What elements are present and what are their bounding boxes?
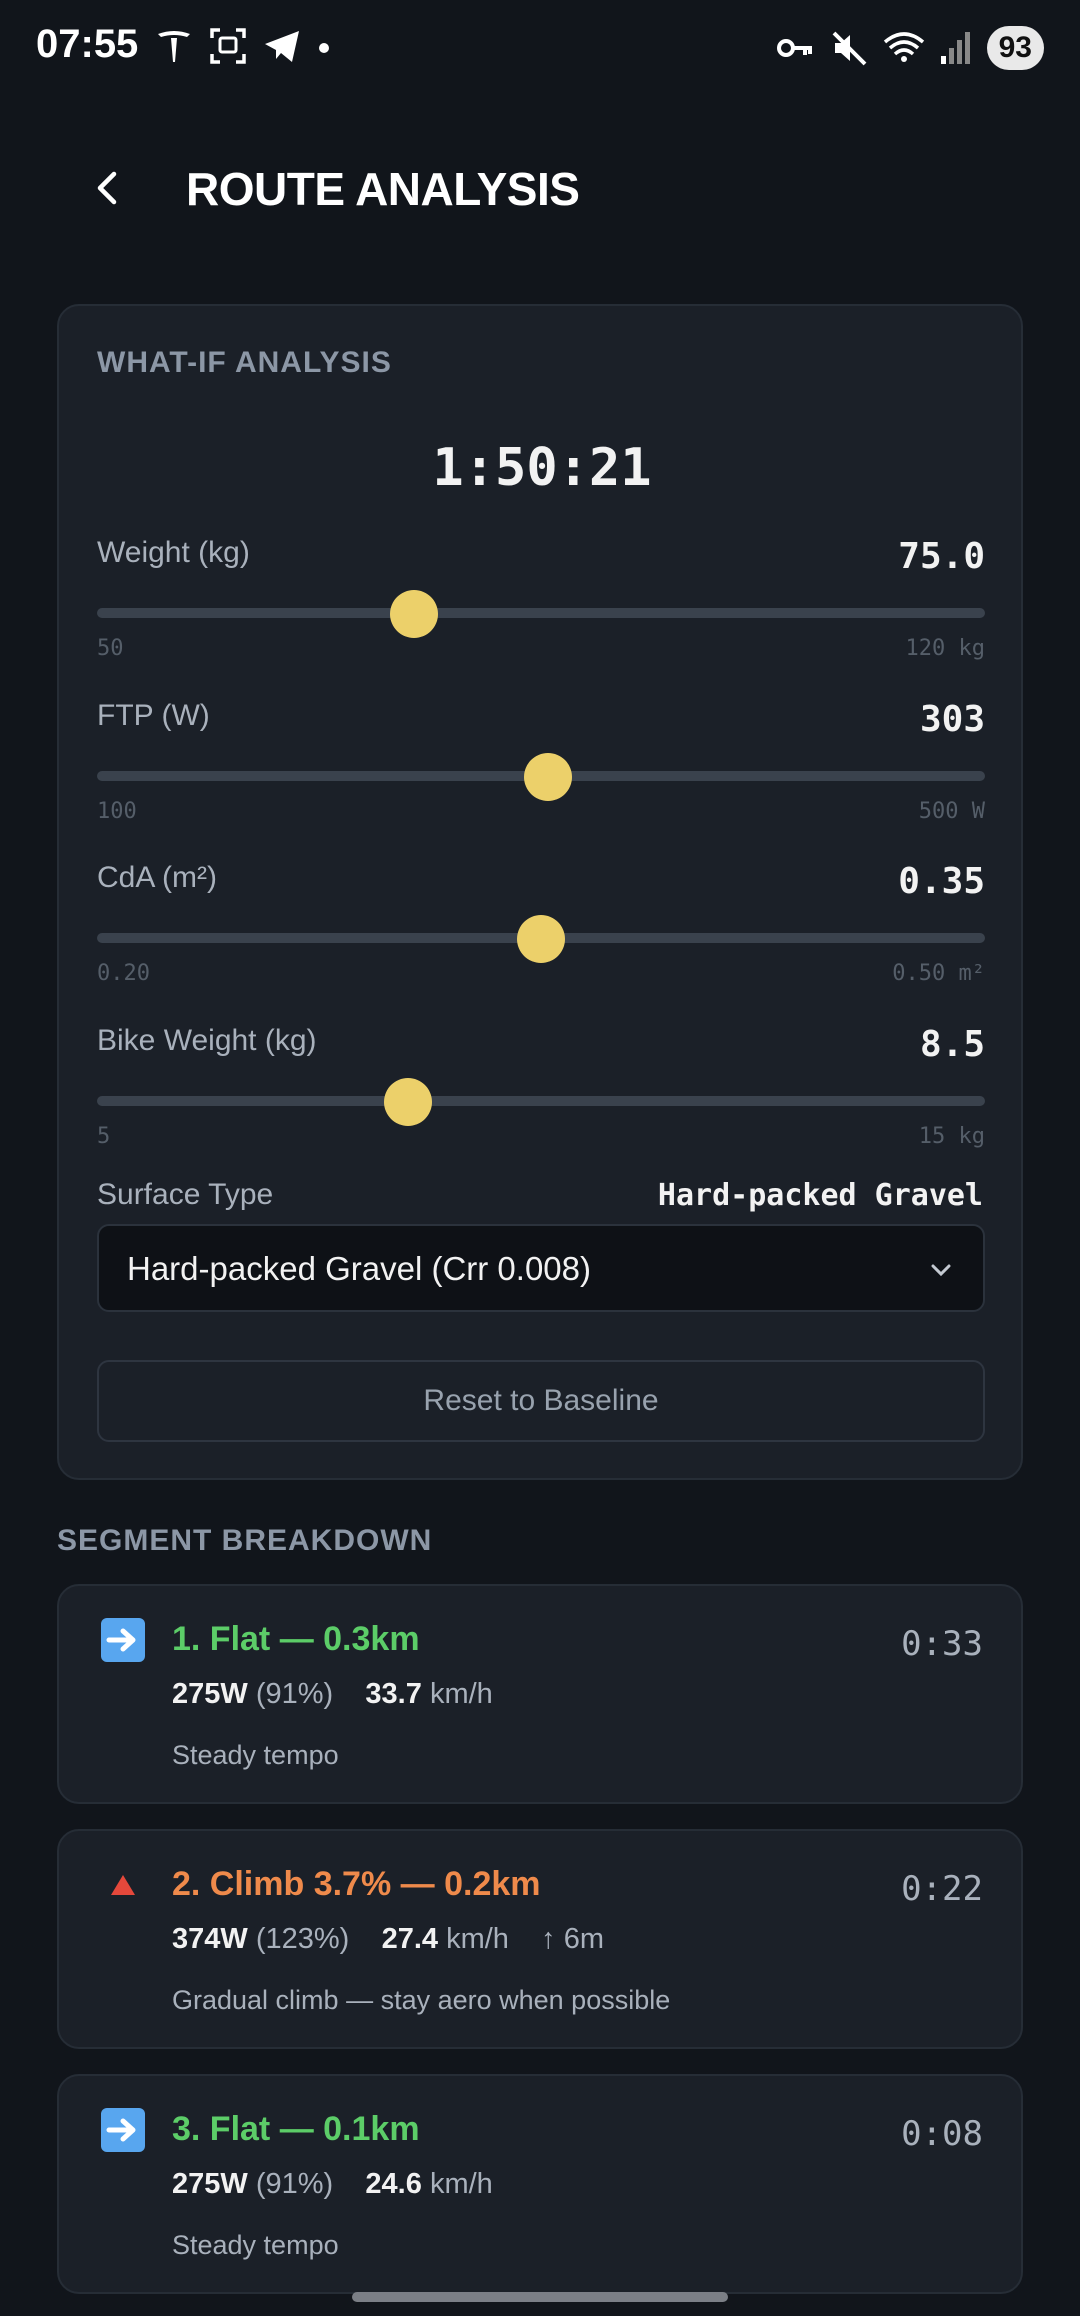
status-time: 07:55 [36, 22, 139, 66]
segment-card[interactable]: 3. Flat — 0.1km 0:08 275W (91%) 24.6 km/… [57, 2074, 1023, 2294]
param-bike-weight: Bike Weight (kg) 8.5 5 15 kg [97, 1024, 985, 1174]
segment-time: 0:22 [901, 1869, 983, 1909]
segment-time: 0:33 [901, 1624, 983, 1664]
range-max: 15 kg [918, 1124, 985, 1149]
range-min: 100 [97, 799, 137, 824]
segment-title: 3. Flat — 0.1km [172, 2110, 420, 2148]
bike-weight-slider-track[interactable] [97, 1096, 985, 1106]
segment-title: 1. Flat — 0.3km [172, 1620, 420, 1658]
param-cda: CdA (m²) 0.35 0.20 0.50 m² [97, 861, 985, 1011]
param-value: 0.35 [898, 861, 985, 902]
segment-stats: 275W (91%) 24.6 km/h [172, 2168, 493, 2201]
param-value: 75.0 [898, 536, 985, 577]
surface-type-select[interactable]: Hard-packed Gravel (Crr 0.008) [97, 1224, 985, 1312]
param-weight: Weight (kg) 75.0 50 120 kg [97, 536, 985, 686]
status-bar: 07:55 93 [0, 0, 1080, 96]
param-value: 8.5 [919, 1024, 985, 1065]
segment-speed-unit: km/h [429, 2168, 493, 2200]
segment-speed-unit: km/h [446, 1923, 509, 1955]
reset-to-baseline-button[interactable]: Reset to Baseline [97, 1360, 985, 1442]
key-icon [776, 39, 812, 57]
param-label: Weight (kg) [97, 536, 250, 569]
whatif-heading: WHAT-IF ANALYSIS [97, 346, 392, 379]
status-left-icons [154, 26, 332, 66]
segment-power: 374W [172, 1923, 248, 1955]
bike-weight-slider-thumb[interactable] [383, 1078, 432, 1126]
page-title: ROUTE ANALYSIS [186, 163, 580, 215]
right-arrow-icon [101, 1618, 145, 1662]
segment-speed: 24.6 [365, 2168, 422, 2200]
param-label: CdA (m²) [97, 861, 217, 894]
weight-slider-track[interactable] [97, 608, 985, 618]
segment-power-pct: (91%) [255, 2168, 334, 2200]
surface-type-label: Surface Type [97, 1178, 274, 1211]
range-min: 50 [97, 636, 124, 661]
param-value: 303 [919, 699, 985, 740]
cda-slider-thumb[interactable] [517, 915, 565, 963]
surface-type-value: Hard-packed Gravel [657, 1178, 983, 1213]
segment-note: Gradual climb — stay aero when possible [172, 1985, 671, 2015]
whatif-card: WHAT-IF ANALYSIS 1:50:21 Weight (kg) 75.… [57, 304, 1023, 1480]
segment-note: Steady tempo [172, 1740, 339, 1770]
param-label: Bike Weight (kg) [97, 1024, 317, 1057]
signal-icon [940, 32, 970, 64]
segment-card[interactable]: 2. Climb 3.7% — 0.2km 0:22 374W (123%) 2… [57, 1829, 1023, 2049]
total-time: 1:50:21 [432, 438, 652, 498]
range-max: 500 W [918, 799, 985, 824]
segment-note: Steady tempo [172, 2230, 339, 2260]
segment-stats: 275W (91%) 33.7 km/h [172, 1678, 493, 1711]
ftp-slider-thumb[interactable] [524, 753, 573, 801]
segment-speed-unit: km/h [429, 1678, 493, 1710]
segment-speed: 27.4 [381, 1923, 439, 1955]
segment-power-pct: (123%) [255, 1923, 350, 1955]
dot-icon [319, 43, 329, 53]
param-ftp: FTP (W) 303 100 500 W [97, 699, 985, 849]
telegram-icon [265, 31, 299, 62]
segment-title: 2. Climb 3.7% — 0.2km [172, 1865, 541, 1903]
mute-icon [832, 31, 867, 66]
range-max: 120 kg [905, 636, 985, 661]
tesla-icon [158, 31, 190, 62]
home-indicator[interactable] [352, 2292, 728, 2302]
wifi-icon [883, 32, 924, 62]
back-button[interactable] [84, 160, 128, 216]
param-label: FTP (W) [97, 699, 210, 732]
segment-time: 0:08 [901, 2114, 983, 2154]
segment-power: 275W [172, 2168, 248, 2200]
segment-speed: 33.7 [365, 1678, 422, 1710]
right-arrow-icon [101, 2108, 145, 2152]
chevron-down-icon [931, 1264, 951, 1277]
segment-card[interactable]: 1. Flat — 0.3km 0:33 275W (91%) 33.7 km/… [57, 1584, 1023, 1804]
segment-elevation: ↑ 6m [541, 1923, 604, 1955]
screenshot-icon [210, 28, 246, 64]
segment-power: 275W [172, 1678, 248, 1710]
status-right-icons: 93 [775, 26, 1044, 70]
segment-stats: 374W (123%) 27.4 km/h ↑ 6m [172, 1923, 604, 1956]
surface-select-value: Hard-packed Gravel (Crr 0.008) [127, 1250, 591, 1287]
battery-indicator: 93 [986, 26, 1044, 70]
range-min: 5 [97, 1124, 111, 1149]
segment-power-pct: (91%) [255, 1678, 334, 1710]
weight-slider-thumb[interactable] [390, 590, 439, 638]
range-max: 0.50 m² [892, 961, 985, 986]
up-triangle-icon [111, 1875, 135, 1895]
range-min: 0.20 [97, 961, 150, 986]
segment-breakdown-heading: SEGMENT BREAKDOWN [57, 1524, 433, 1557]
chevron-left-icon [97, 171, 117, 205]
